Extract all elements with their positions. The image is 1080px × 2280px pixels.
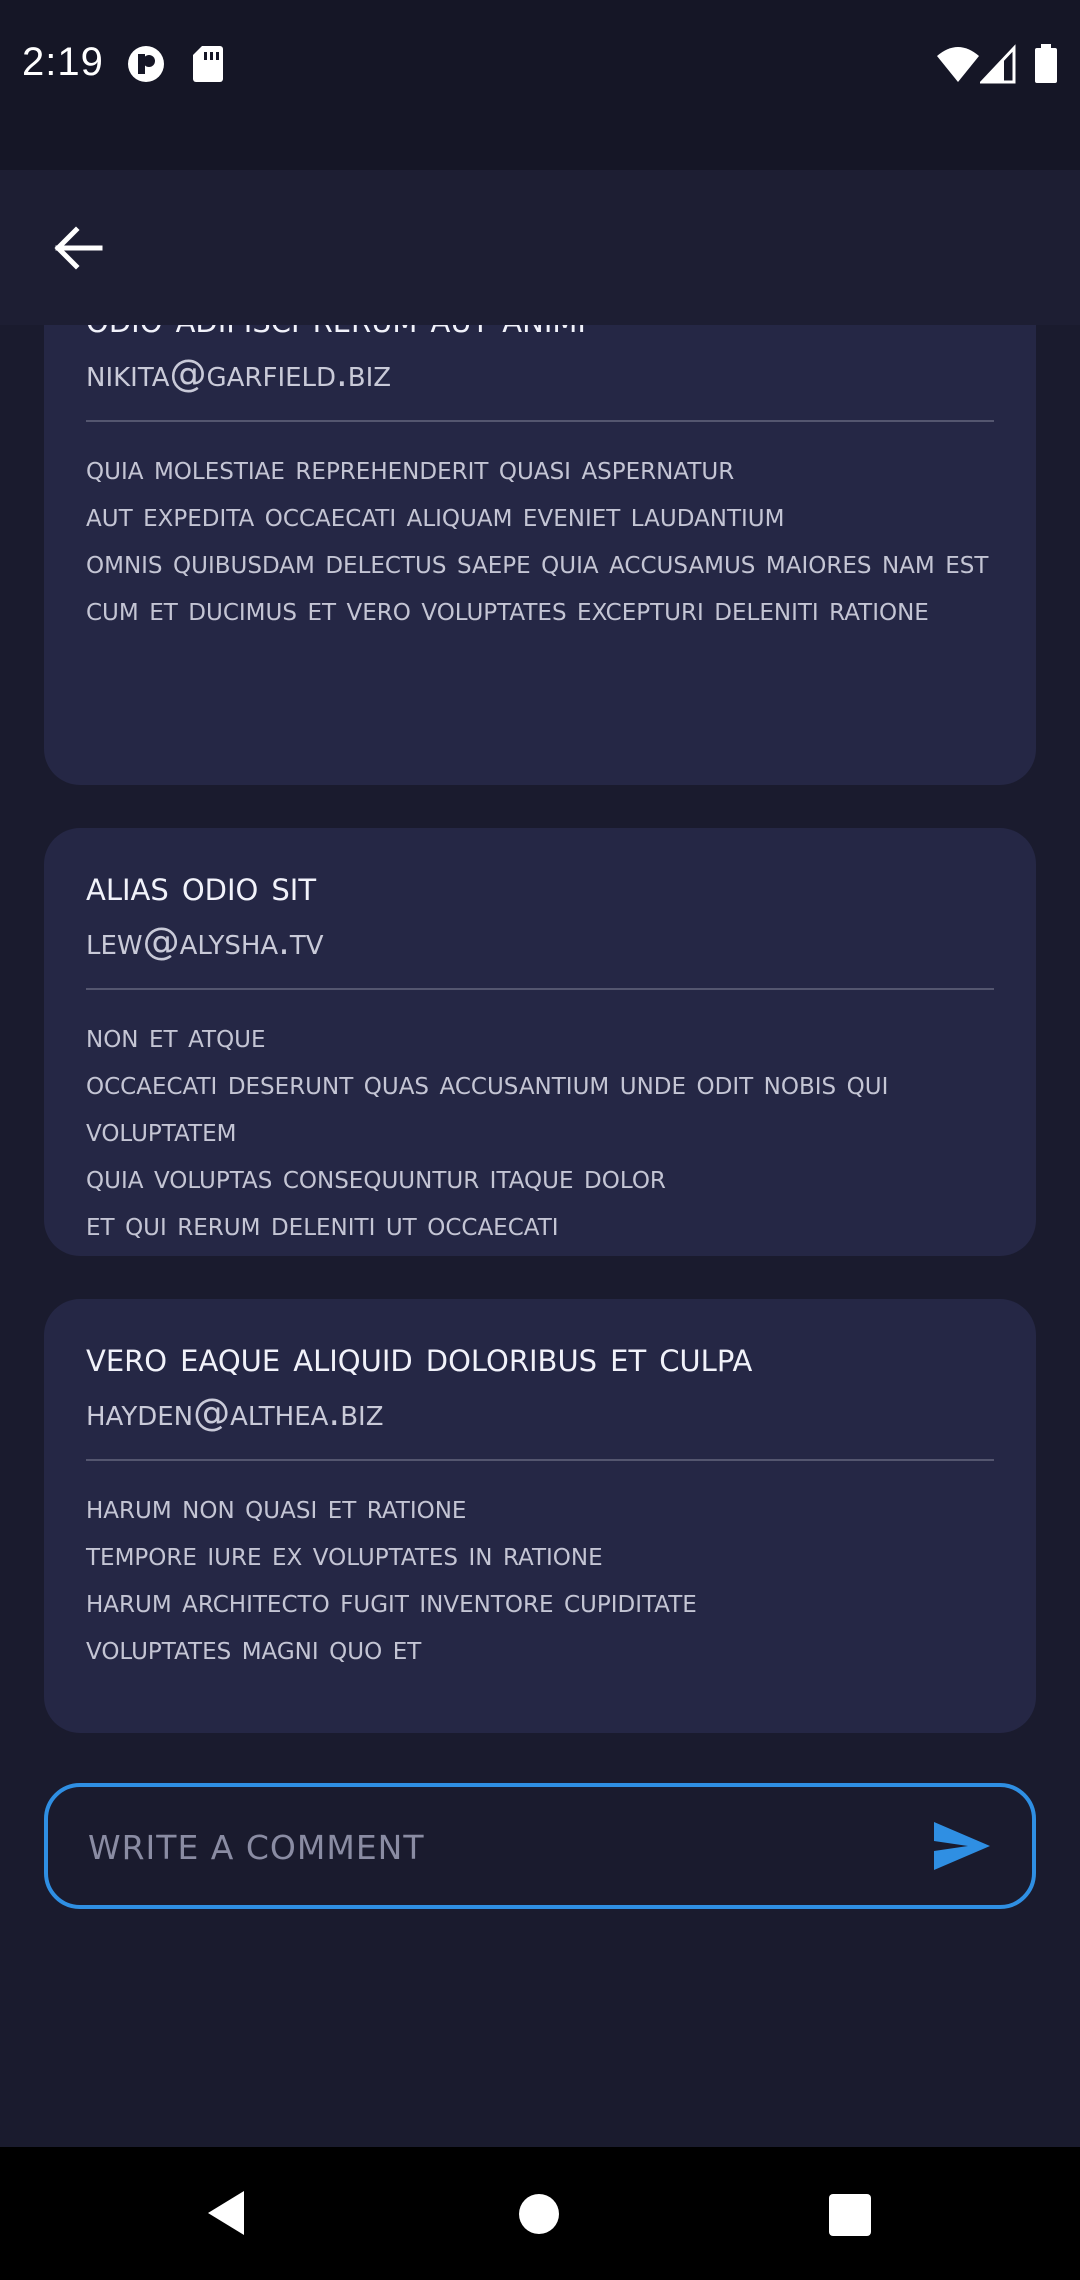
nav-recents-icon[interactable] (828, 2193, 872, 2237)
comment-email: Hayden@althea.biz (86, 1391, 384, 1434)
comment-input-box (44, 1783, 1036, 1909)
comment-title: alias odio sit (86, 862, 317, 910)
comment-body: quia molestiae reprehenderit quasi asper… (86, 448, 989, 628)
app-bar (0, 170, 1080, 325)
comment-body: harum non quasi et ratione tempore iure … (86, 1487, 697, 1667)
status-time: 2:19 (22, 40, 104, 84)
back-arrow-icon[interactable] (48, 220, 108, 280)
send-icon[interactable] (932, 1820, 992, 1872)
nav-back-icon[interactable] (204, 2189, 248, 2237)
comment-email: Lew@alysha.tv (86, 920, 324, 963)
comment-title: vero eaque aliquid doloribus et culpa (86, 1333, 753, 1381)
comment-card: vero eaque aliquid doloribus et culpa Ha… (44, 1299, 1036, 1733)
system-nav-bar (0, 2147, 1080, 2280)
signal-icon (980, 44, 1016, 84)
comment-title: Odio adipisci rerum aut animi (86, 325, 994, 348)
nav-home-icon[interactable] (518, 2193, 560, 2235)
comment-divider (86, 420, 994, 422)
comment-card: Odio adipisci rerum aut animi Nikita@gar… (44, 325, 1036, 785)
sd-card-icon (193, 46, 223, 82)
comment-divider (86, 1459, 994, 1461)
wifi-icon (937, 47, 979, 82)
comment-body: non et atque occaecati deserunt quas acc… (86, 1016, 889, 1243)
comment-divider (86, 988, 994, 990)
comment-card: alias odio sit Lew@alysha.tv non et atqu… (44, 828, 1036, 1256)
comment-input[interactable] (86, 1787, 910, 1907)
battery-icon (1035, 44, 1057, 83)
status-bar: 2:19 (0, 0, 1080, 170)
comment-email: Nikita@garfield.biz (86, 352, 392, 395)
notification-app-icon (128, 46, 164, 82)
